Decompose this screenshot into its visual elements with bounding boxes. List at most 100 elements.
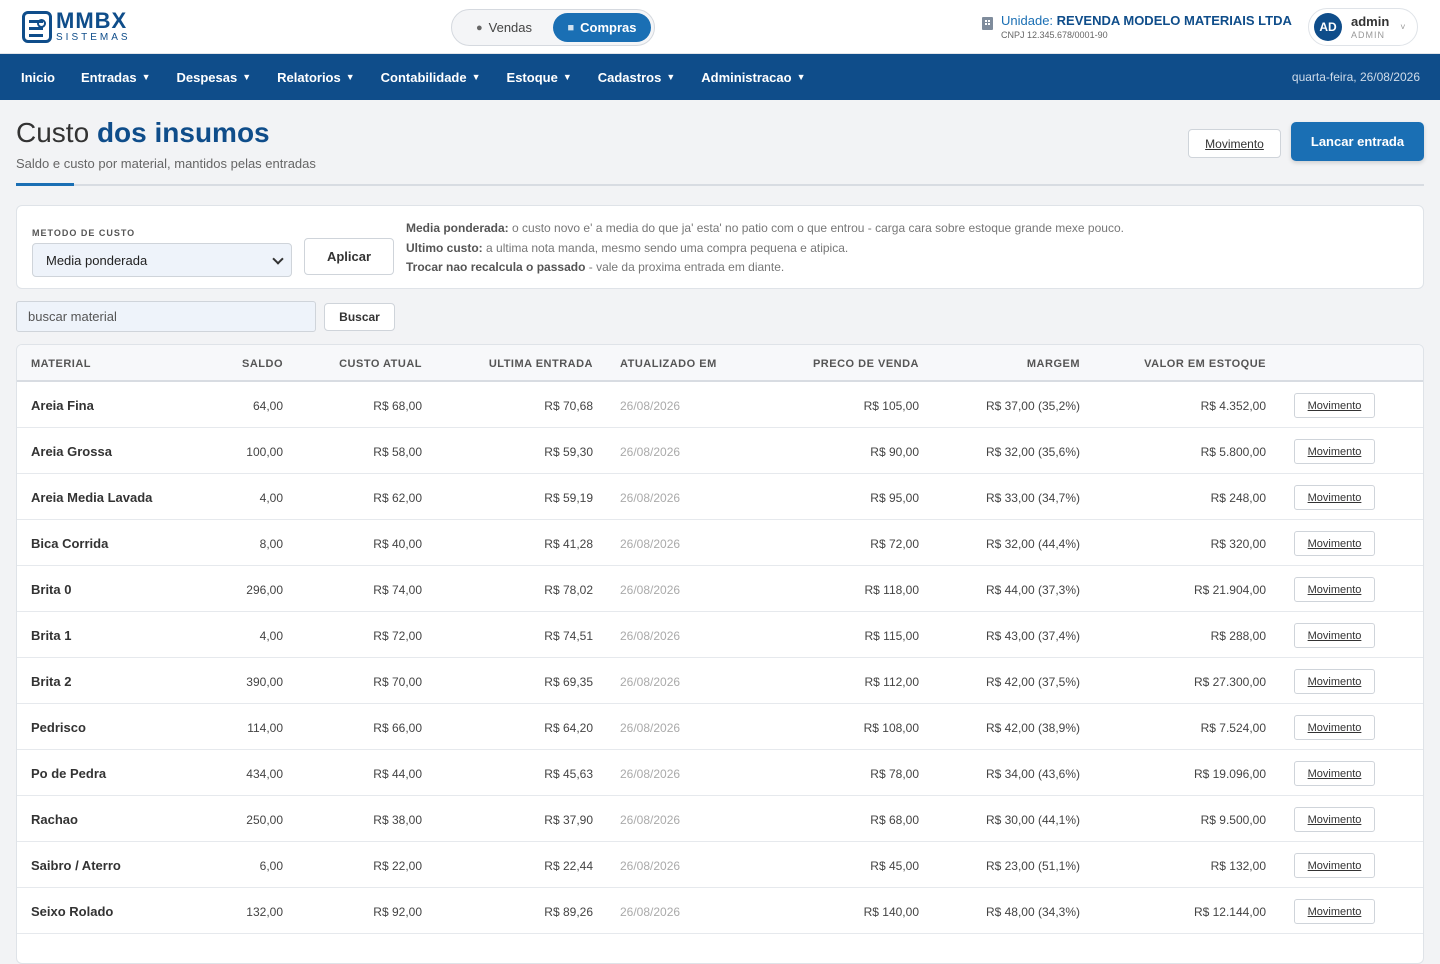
caret-down-icon: ▼ (796, 72, 806, 82)
cell-saldo: 100,00 (246, 445, 283, 459)
cell-valor: R$ 21.904,00 (1193, 583, 1266, 597)
row-movimento-button[interactable]: Movimento (1294, 439, 1375, 464)
cell-atualizado: 26/08/2026 (620, 537, 681, 551)
cell-preco: R$ 45,00 (870, 859, 919, 873)
chevron-down-icon (272, 253, 284, 265)
page-title-bold: dos insumos (96, 117, 270, 148)
cell-ultima-entrada: R$ 89,26 (544, 905, 593, 919)
mode-vendas-label: Vendas (488, 20, 533, 35)
cell-material: Brita 1 (31, 628, 72, 643)
nav-contabilidade[interactable]: Contabilidade ▼ (381, 70, 481, 85)
table-row: Saibro / Aterro 6,00 R$ 22,00 R$ 22,44 26/08… (17, 842, 1423, 888)
cell-material: Areia Fina (31, 398, 94, 413)
lancar-entrada-button[interactable]: Lancar entrada (1291, 122, 1424, 161)
search-button[interactable]: Buscar (324, 303, 395, 331)
cell-preco: R$ 108,00 (863, 721, 919, 735)
table-row: Seixo Rolado 132,00 R$ 92,00 R$ 89,26 26/08/… (17, 888, 1423, 934)
cell-material: Seixo Rolado (31, 904, 114, 919)
row-movimento-button[interactable]: Movimento (1294, 393, 1375, 418)
mode-vendas-button[interactable]: ● Vendas (455, 13, 553, 42)
avatar: AD (1314, 13, 1342, 41)
search-input[interactable]: buscar material (16, 301, 316, 332)
nav-inicio-label: Inicio (21, 69, 55, 85)
movimento-button[interactable]: Movimento (1188, 129, 1281, 158)
cell-saldo: 64,00 (252, 399, 283, 413)
row-movimento-button[interactable]: Movimento (1294, 899, 1375, 924)
cell-ultima-entrada: R$ 78,02 (544, 583, 593, 597)
cell-atualizado: 26/08/2026 (620, 629, 681, 643)
nav-despesas-label: Despesas (176, 69, 238, 85)
th-margem: MARGEM (1026, 358, 1080, 370)
th-ultima: ULTIMA ENTRADA (488, 358, 593, 370)
main-nav: Inicio Entradas ▼ Despesas ▼ Relatorios ▼ C… (0, 54, 1440, 100)
row-movimento-button[interactable]: Movimento (1294, 761, 1375, 786)
cell-material: Areia Media Lavada (31, 490, 153, 505)
row-movimento-button[interactable]: Movimento (1294, 577, 1375, 602)
cell-preco: R$ 115,00 (864, 629, 920, 643)
help3-title: Trocar nao recalcula o passado (406, 260, 586, 274)
table-row: Pedrisco 114,00 R$ 66,00 R$ 64,20 26/08/2026… (17, 704, 1423, 750)
cell-margem: R$ 43,00 (37,4%) (985, 629, 1080, 643)
row-movimento-button[interactable]: Movimento (1294, 853, 1375, 878)
logo-icon (22, 10, 52, 43)
nav-relatorios[interactable]: Relatorios ▼ (277, 70, 355, 85)
nav-cadastros[interactable]: Cadastros ▼ (598, 70, 676, 85)
user-menu[interactable]: AD admin ADMIN ˅ (1308, 8, 1418, 46)
cell-preco: R$ 78,00 (870, 767, 919, 781)
cell-margem: R$ 30,00 (44,1%) (985, 813, 1080, 827)
unit-name: REVENDA MODELO MATERIAIS LTDA (1056, 13, 1292, 28)
cost-method-card: METODO DE CUSTO Media ponderada Aplicar … (16, 205, 1424, 289)
nav-cadastros-label: Cadastros (597, 69, 662, 85)
cell-custo: R$ 72,00 (373, 629, 422, 643)
cell-custo: R$ 66,00 (373, 721, 422, 735)
cell-saldo: 132,00 (246, 905, 283, 919)
cell-atualizado: 26/08/2026 (620, 859, 681, 873)
cost-method-select[interactable]: Media ponderada (32, 243, 292, 277)
row-movimento-button[interactable]: Movimento (1294, 669, 1375, 694)
caret-down-icon: ▼ (141, 72, 151, 82)
box-icon: ■ (567, 21, 575, 34)
table-row: Rachao 250,00 R$ 38,00 R$ 37,90 26/08/2026 R$… (17, 796, 1423, 842)
table-row: Areia Media Lavada 4,00 R$ 62,00 R$ 59,19 26… (17, 474, 1423, 520)
cell-valor: R$ 4.352,00 (1200, 399, 1266, 413)
cell-valor: R$ 27.300,00 (1193, 675, 1266, 689)
page-subtitle: Saldo e custo por material, mantidos pel… (16, 156, 316, 171)
cell-saldo: 114,00 (247, 721, 283, 735)
cell-atualizado: 26/08/2026 (620, 399, 681, 413)
apply-button[interactable]: Aplicar (304, 238, 394, 275)
th-atualizado: ATUALIZADO EM (620, 358, 717, 370)
cell-atualizado: 26/08/2026 (620, 445, 681, 459)
brand-sub: SISTEMAS (56, 32, 131, 43)
cell-ultima-entrada: R$ 70,68 (544, 399, 593, 413)
cell-custo: R$ 38,00 (373, 813, 422, 827)
cell-saldo: 8,00 (259, 537, 283, 551)
cell-atualizado: 26/08/2026 (620, 813, 681, 827)
row-movimento-button[interactable]: Movimento (1294, 531, 1375, 556)
user-name: admin (1351, 13, 1390, 29)
nav-estoque[interactable]: Estoque ▼ (507, 70, 572, 85)
unit-label: Unidade: (1001, 13, 1054, 28)
current-date: quarta-feira, 26/08/2026 (1291, 70, 1420, 84)
cell-atualizado: 26/08/2026 (620, 491, 681, 505)
row-movimento-button[interactable]: Movimento (1294, 623, 1375, 648)
unit-cnpj: CNPJ 12.345.678/0001-90 (1001, 30, 1108, 40)
nav-despesas[interactable]: Despesas ▼ (177, 70, 252, 85)
cell-ultima-entrada: R$ 59,30 (544, 445, 593, 459)
nav-inicio[interactable]: Inicio (21, 70, 55, 85)
th-saldo: SALDO (242, 358, 283, 370)
nav-entradas[interactable]: Entradas ▼ (81, 70, 151, 85)
brand-logo[interactable]: MMBX SISTEMAS (22, 10, 131, 43)
cell-valor: R$ 12.144,00 (1193, 905, 1266, 919)
cell-material: Areia Grossa (31, 444, 112, 459)
row-movimento-button[interactable]: Movimento (1294, 715, 1375, 740)
row-movimento-button[interactable]: Movimento (1294, 485, 1375, 510)
cell-valor: R$ 288,00 (1210, 629, 1266, 643)
cell-margem: R$ 23,00 (51,1%) (985, 859, 1080, 873)
row-movimento-button[interactable]: Movimento (1294, 807, 1375, 832)
cell-margem: R$ 34,00 (43,6%) (985, 767, 1080, 781)
caret-down-icon: ▼ (666, 72, 676, 82)
mode-compras-button[interactable]: ■ Compras (553, 13, 651, 42)
nav-administracao[interactable]: Administracao ▼ (701, 70, 805, 85)
table-row: Areia Fina 64,00 R$ 68,00 R$ 70,68 26/08/202… (17, 382, 1423, 428)
cell-atualizado: 26/08/2026 (620, 583, 681, 597)
